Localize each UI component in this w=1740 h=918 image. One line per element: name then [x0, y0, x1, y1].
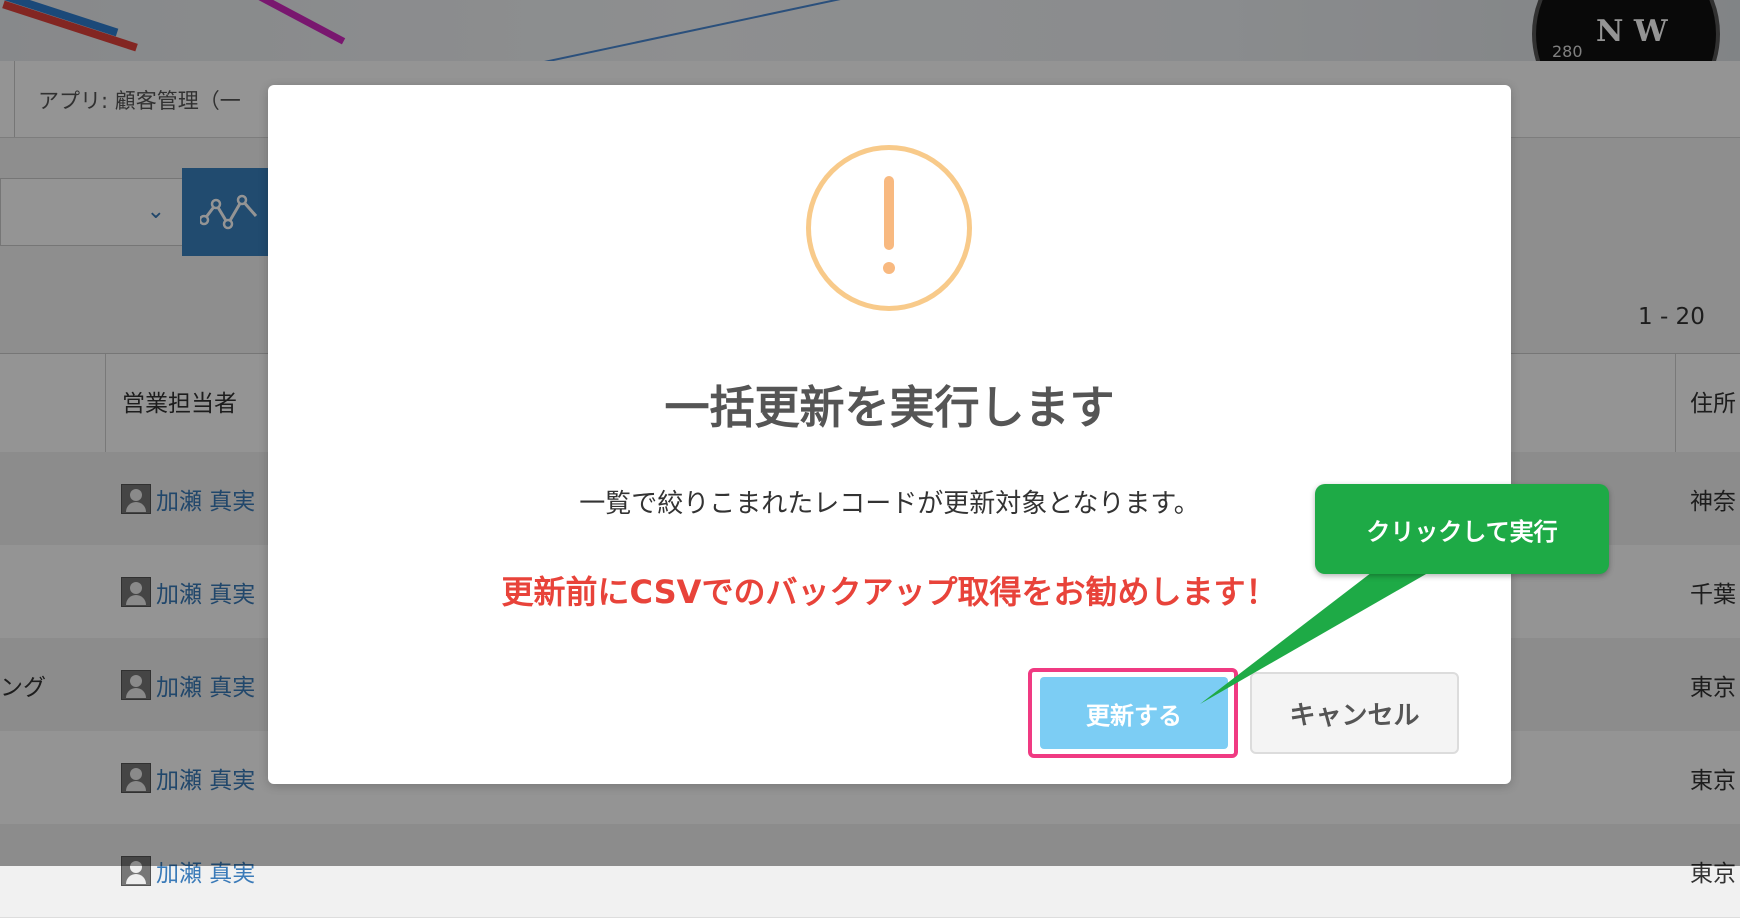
bulk-update-dialog: 一括更新を実行します 一覧で絞りこまれたレコードが更新対象となります。 更新前に…: [268, 85, 1511, 784]
exclamation-icon: [806, 145, 972, 311]
callout-text: クリックして実行: [1366, 518, 1558, 546]
cancel-button[interactable]: キャンセル: [1250, 672, 1459, 754]
dialog-title: 一括更新を実行します: [664, 381, 1115, 434]
instruction-callout: クリックして実行: [1315, 484, 1609, 574]
update-button[interactable]: 更新する: [1040, 677, 1228, 749]
